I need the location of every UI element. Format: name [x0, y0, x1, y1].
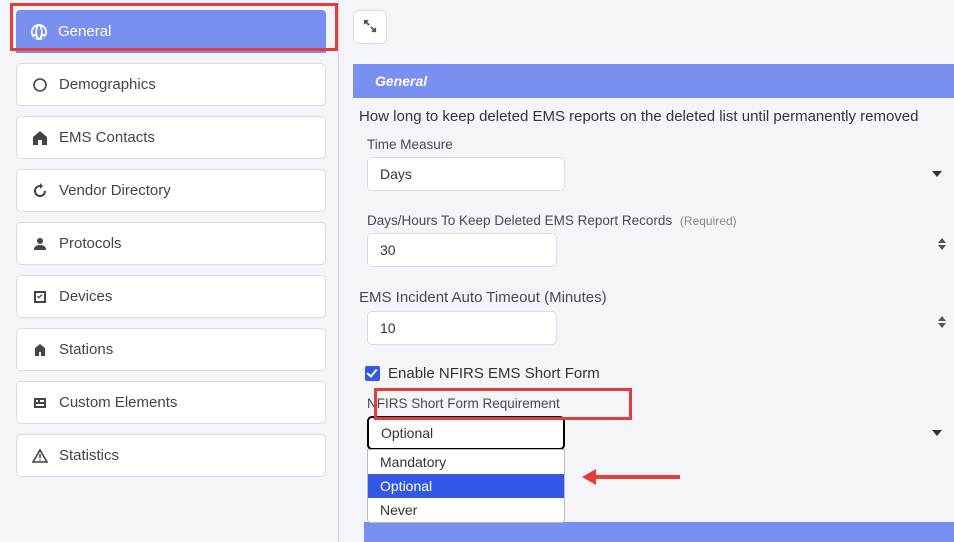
select-value: Days [380, 166, 412, 182]
sidebar-item-label: EMS Contacts [59, 129, 155, 146]
warning-icon [31, 447, 49, 465]
expand-button[interactable] [353, 10, 387, 44]
requirement-dropdown: Mandatory Optional Never [367, 449, 565, 523]
sidebar-item-statistics[interactable]: Statistics [16, 434, 326, 477]
sidebar-item-label: Protocols [59, 235, 122, 252]
stepper-value: 10 [380, 320, 396, 336]
elements-icon [31, 394, 49, 412]
history-icon [31, 182, 49, 200]
enable-short-form-row[interactable]: Enable NFIRS EMS Short Form [365, 365, 954, 382]
radio-icon [31, 76, 49, 94]
sidebar-item-label: Stations [59, 341, 113, 358]
building-icon [31, 341, 49, 359]
field-time-measure: Time Measure Days [367, 137, 954, 191]
timeout-stepper[interactable]: 10 [367, 311, 557, 345]
sidebar-item-label: Statistics [59, 447, 119, 464]
sidebar-item-general[interactable]: General [16, 10, 326, 53]
home-icon [31, 129, 49, 147]
stepper-buttons[interactable] [938, 238, 946, 250]
sidebar-item-protocols[interactable]: Protocols [16, 222, 326, 265]
sidebar-item-ems-contacts[interactable]: EMS Contacts [16, 116, 326, 159]
option-mandatory[interactable]: Mandatory [368, 450, 564, 474]
field-requirement: NFIRS Short Form Requirement Optional Ma… [367, 396, 954, 450]
globe-icon [30, 23, 48, 41]
sidebar-item-label: Demographics [59, 76, 156, 93]
sidebar-item-stations[interactable]: Stations [16, 328, 326, 371]
sidebar-item-label: General [58, 23, 111, 40]
sidebar-item-label: Devices [59, 288, 112, 305]
required-tag: (Required) [680, 214, 737, 228]
footer-band [364, 522, 954, 542]
chevron-down-icon [932, 171, 942, 177]
sidebar-item-custom-elements[interactable]: Custom Elements [16, 381, 326, 424]
annotation-arrow [582, 469, 680, 485]
chevron-down-icon [932, 430, 942, 436]
checkbox-icon [31, 288, 49, 306]
panel-header: General [353, 64, 954, 98]
panel-title: General [375, 73, 427, 89]
option-optional[interactable]: Optional [368, 474, 564, 498]
sidebar: General Demographics EMS Contacts Vendor… [0, 0, 338, 542]
person-icon [31, 235, 49, 253]
select-value: Optional [381, 425, 433, 441]
label-text: Days/Hours To Keep Deleted EMS Report Re… [367, 213, 672, 228]
field-timeout: EMS Incident Auto Timeout (Minutes) 10 [359, 289, 954, 345]
field-label: NFIRS Short Form Requirement [367, 396, 954, 411]
field-label: Time Measure [367, 137, 954, 152]
field-keep-records: Days/Hours To Keep Deleted EMS Report Re… [367, 213, 954, 267]
field-label: EMS Incident Auto Timeout (Minutes) [359, 289, 954, 306]
checkbox-label: Enable NFIRS EMS Short Form [388, 365, 600, 382]
sidebar-item-label: Custom Elements [59, 394, 177, 411]
stepper-buttons[interactable] [938, 316, 946, 328]
sidebar-item-label: Vendor Directory [59, 182, 171, 199]
stepper-value: 30 [380, 242, 396, 258]
sidebar-item-demographics[interactable]: Demographics [16, 63, 326, 106]
content-panel: General How long to keep deleted EMS rep… [338, 0, 954, 542]
sidebar-item-vendor-directory[interactable]: Vendor Directory [16, 169, 326, 212]
time-measure-select[interactable]: Days [367, 157, 565, 191]
expand-icon [363, 19, 377, 36]
field-label: Days/Hours To Keep Deleted EMS Report Re… [367, 213, 954, 228]
requirement-select[interactable]: Optional [367, 416, 565, 450]
keep-records-stepper[interactable]: 30 [367, 233, 557, 267]
sidebar-item-devices[interactable]: Devices [16, 275, 326, 318]
checkbox-checked-icon[interactable] [365, 366, 380, 381]
panel-description: How long to keep deleted EMS reports on … [359, 108, 954, 125]
option-never[interactable]: Never [368, 498, 564, 522]
